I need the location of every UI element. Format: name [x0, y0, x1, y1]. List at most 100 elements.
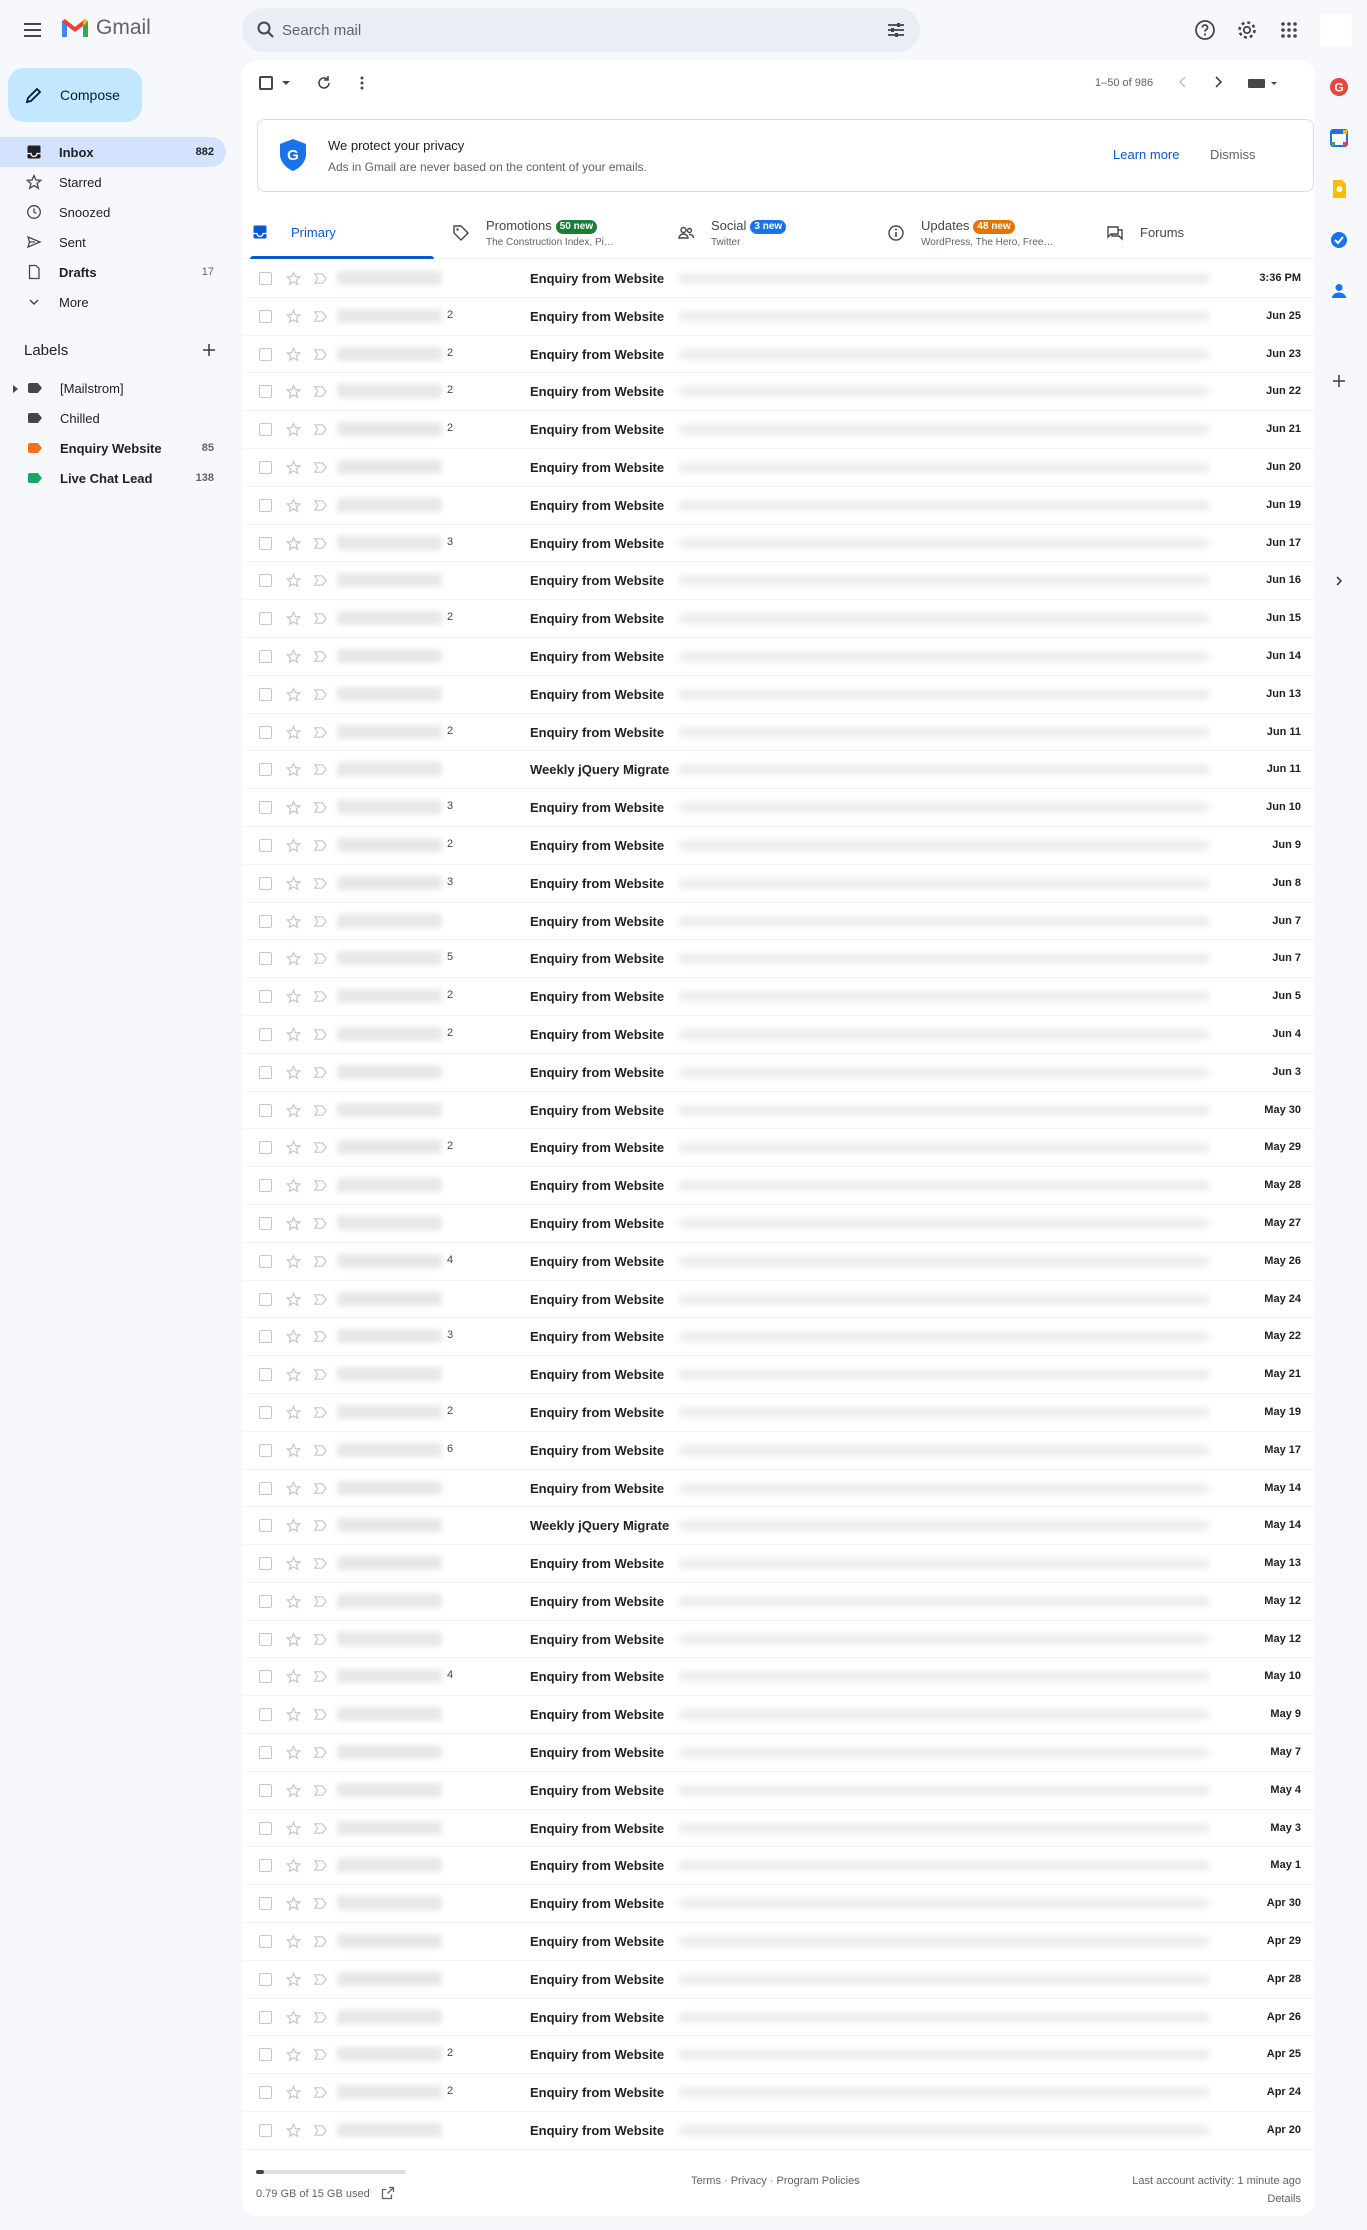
- importance-marker-icon[interactable]: [313, 1594, 328, 1609]
- refresh-icon[interactable]: [314, 73, 334, 93]
- star-icon[interactable]: [286, 1556, 301, 1571]
- star-icon[interactable]: [286, 459, 301, 475]
- row-checkbox[interactable]: [259, 385, 272, 399]
- email-row[interactable]: Enquiry from Website Apr 28: [242, 1961, 1315, 1999]
- label-enquiry-website[interactable]: Enquiry Website 85: [0, 433, 226, 463]
- importance-marker-icon[interactable]: [313, 271, 328, 286]
- email-row[interactable]: Enquiry from Website May 12: [242, 1583, 1315, 1621]
- footer-links[interactable]: Terms · Privacy · Program Policies: [691, 2175, 860, 2187]
- row-checkbox[interactable]: [259, 2086, 272, 2100]
- email-row[interactable]: Enquiry from Website May 1: [242, 1847, 1315, 1886]
- email-row[interactable]: Enquiry from Website Jun 13: [242, 676, 1315, 714]
- email-row[interactable]: Enquiry from Website May 7: [242, 1734, 1315, 1772]
- open-in-new-icon[interactable]: [381, 2186, 395, 2200]
- row-checkbox[interactable]: [259, 1103, 272, 1117]
- row-checkbox[interactable]: [259, 1821, 272, 1835]
- email-row[interactable]: 2 Enquiry from Website May 19: [242, 1394, 1315, 1432]
- email-row[interactable]: 6 Enquiry from Website May 17: [242, 1432, 1315, 1470]
- email-row[interactable]: Enquiry from Website Apr 30: [242, 1885, 1315, 1924]
- account-avatar[interactable]: [1320, 14, 1352, 46]
- star-icon[interactable]: [286, 1631, 301, 1647]
- importance-marker-icon[interactable]: [313, 762, 328, 777]
- importance-marker-icon[interactable]: [313, 1216, 328, 1231]
- row-checkbox[interactable]: [259, 1859, 272, 1873]
- importance-marker-icon[interactable]: [313, 309, 328, 324]
- email-row[interactable]: 2 Enquiry from Website Jun 15: [242, 600, 1315, 638]
- grammarly-icon[interactable]: G: [1328, 76, 1350, 98]
- keyboard-input-icon[interactable]: [1247, 77, 1281, 89]
- email-row[interactable]: 2 Enquiry from Website Jun 11: [242, 714, 1315, 752]
- search-input[interactable]: [282, 18, 842, 42]
- sidebar-item-starred[interactable]: Starred: [0, 167, 226, 197]
- importance-marker-icon[interactable]: [313, 573, 328, 588]
- row-checkbox[interactable]: [259, 990, 272, 1004]
- star-icon[interactable]: [286, 422, 301, 437]
- star-icon[interactable]: [286, 648, 301, 664]
- importance-marker-icon[interactable]: [313, 951, 328, 966]
- importance-marker-icon[interactable]: [313, 1632, 328, 1647]
- email-row[interactable]: 2 Enquiry from Website Jun 25: [242, 298, 1315, 336]
- help-icon[interactable]: [1193, 18, 1217, 42]
- star-icon[interactable]: [286, 1480, 301, 1496]
- star-icon[interactable]: [286, 1934, 301, 1949]
- star-icon[interactable]: [286, 1291, 301, 1307]
- importance-marker-icon[interactable]: [313, 989, 328, 1004]
- select-all-checkbox[interactable]: [259, 76, 273, 90]
- create-label-plus-icon[interactable]: [199, 340, 219, 360]
- star-icon[interactable]: [286, 1782, 301, 1798]
- email-row[interactable]: Enquiry from Website May 28: [242, 1167, 1315, 1205]
- star-icon[interactable]: [286, 535, 301, 551]
- tasks-icon[interactable]: [1328, 229, 1350, 251]
- importance-marker-icon[interactable]: [313, 725, 328, 740]
- importance-marker-icon[interactable]: [313, 611, 328, 626]
- importance-marker-icon[interactable]: [313, 1027, 328, 1042]
- importance-marker-icon[interactable]: [313, 838, 328, 853]
- main-menu-icon[interactable]: [18, 16, 46, 44]
- row-checkbox[interactable]: [259, 1141, 272, 1155]
- label-chilled[interactable]: Chilled: [0, 403, 226, 433]
- email-row[interactable]: Enquiry from Website Jun 7: [242, 903, 1315, 941]
- email-row[interactable]: Enquiry from Website Jun 16: [242, 562, 1315, 601]
- star-icon[interactable]: [286, 2009, 301, 2025]
- search-options-icon[interactable]: [886, 20, 906, 40]
- expand-caret-icon[interactable]: [13, 385, 18, 393]
- more-options-icon[interactable]: [352, 73, 372, 93]
- row-checkbox[interactable]: [259, 1254, 272, 1268]
- row-checkbox[interactable]: [259, 1935, 272, 1949]
- importance-marker-icon[interactable]: [313, 1896, 328, 1911]
- tab-updates[interactable]: Updates 48 new WordPress, The Hero, Free…: [877, 205, 1077, 259]
- sidebar-item-inbox[interactable]: Inbox 882: [0, 137, 226, 167]
- star-icon[interactable]: [286, 1253, 301, 1269]
- row-checkbox[interactable]: [259, 612, 272, 626]
- importance-marker-icon[interactable]: [313, 1518, 328, 1533]
- importance-marker-icon[interactable]: [313, 2010, 328, 2025]
- row-checkbox[interactable]: [259, 1443, 272, 1457]
- importance-marker-icon[interactable]: [313, 876, 328, 891]
- email-row[interactable]: 2 Enquiry from Website Jun 21: [242, 411, 1315, 449]
- email-row[interactable]: Enquiry from Website Jun 20: [242, 449, 1315, 487]
- row-checkbox[interactable]: [259, 687, 272, 701]
- row-checkbox[interactable]: [259, 649, 272, 663]
- row-checkbox[interactable]: [259, 2124, 272, 2138]
- star-icon[interactable]: [286, 1404, 301, 1420]
- star-icon[interactable]: [286, 762, 301, 777]
- compose-button[interactable]: Compose: [8, 68, 142, 122]
- row-checkbox[interactable]: [259, 309, 272, 323]
- row-checkbox[interactable]: [259, 1330, 272, 1344]
- star-icon[interactable]: [286, 913, 301, 929]
- email-row[interactable]: 2 Enquiry from Website Jun 4: [242, 1016, 1315, 1054]
- star-icon[interactable]: [286, 384, 301, 399]
- star-icon[interactable]: [286, 573, 301, 588]
- importance-marker-icon[interactable]: [313, 1858, 328, 1873]
- google-apps-icon[interactable]: [1277, 18, 1301, 42]
- row-checkbox[interactable]: [259, 876, 272, 890]
- email-row[interactable]: Enquiry from Website Apr 29: [242, 1923, 1315, 1961]
- star-icon[interactable]: [286, 1367, 301, 1382]
- importance-marker-icon[interactable]: [313, 1065, 328, 1080]
- importance-marker-icon[interactable]: [313, 1934, 328, 1949]
- row-checkbox[interactable]: [259, 460, 272, 474]
- sidebar-item-drafts[interactable]: Drafts 17: [0, 257, 226, 287]
- email-row[interactable]: Enquiry from Website May 9: [242, 1696, 1315, 1735]
- importance-marker-icon[interactable]: [313, 347, 328, 362]
- email-row[interactable]: Enquiry from Website May 30: [242, 1092, 1315, 1130]
